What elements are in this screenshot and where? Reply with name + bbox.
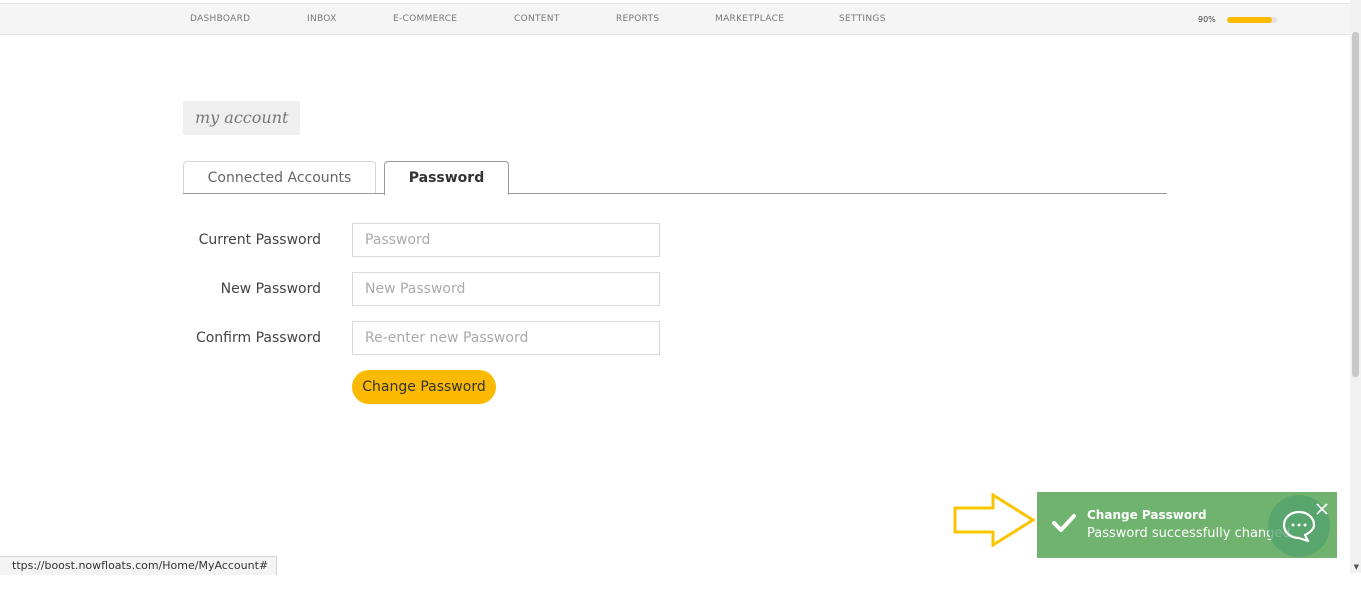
- nav-item-ecommerce[interactable]: E-COMMERCE: [393, 4, 457, 36]
- new-password-label: New Password: [220, 281, 321, 297]
- change-password-button[interactable]: Change Password: [352, 370, 496, 404]
- scrollbar-thumb[interactable]: [1352, 32, 1359, 377]
- active-tab-gap: [385, 193, 508, 194]
- new-password-input[interactable]: [352, 272, 660, 306]
- current-password-input[interactable]: [352, 223, 660, 257]
- profile-progress-fill: [1227, 17, 1272, 23]
- status-bar-url: ttps://boost.nowfloats.com/Home/MyAccoun…: [0, 556, 278, 575]
- vertical-scrollbar[interactable]: ▼: [1350, 0, 1361, 573]
- current-password-label: Current Password: [198, 232, 321, 248]
- chat-icon: [1282, 510, 1316, 543]
- page-title: my account: [183, 101, 301, 135]
- profile-progress-label: 90%: [1198, 15, 1216, 24]
- confirm-password-input[interactable]: [352, 321, 660, 355]
- scroll-down-arrow-icon[interactable]: ▼: [1354, 563, 1359, 571]
- close-icon[interactable]: [1316, 503, 1328, 515]
- top-nav: DASHBOARD INBOX E-COMMERCE CONTENT REPOR…: [0, 3, 1350, 35]
- nav-item-inbox[interactable]: INBOX: [307, 4, 337, 36]
- nav-item-settings[interactable]: SETTINGS: [839, 4, 886, 36]
- profile-progress-bar: [1227, 17, 1277, 23]
- tabs-divider: [183, 193, 1167, 194]
- toast-message: Password successfully changed.: [1087, 526, 1295, 541]
- nav-item-marketplace[interactable]: MARKETPLACE: [715, 4, 784, 36]
- tab-password[interactable]: Password: [384, 161, 509, 195]
- tab-connected-accounts[interactable]: Connected Accounts: [183, 161, 376, 194]
- arrow-right-icon: [953, 493, 1036, 547]
- check-icon: [1052, 514, 1076, 532]
- nav-item-reports[interactable]: REPORTS: [616, 4, 659, 36]
- nav-item-content[interactable]: CONTENT: [514, 4, 560, 36]
- confirm-password-label: Confirm Password: [195, 330, 321, 346]
- nav-item-dashboard[interactable]: DASHBOARD: [190, 4, 250, 36]
- toast-title: Change Password: [1087, 508, 1207, 522]
